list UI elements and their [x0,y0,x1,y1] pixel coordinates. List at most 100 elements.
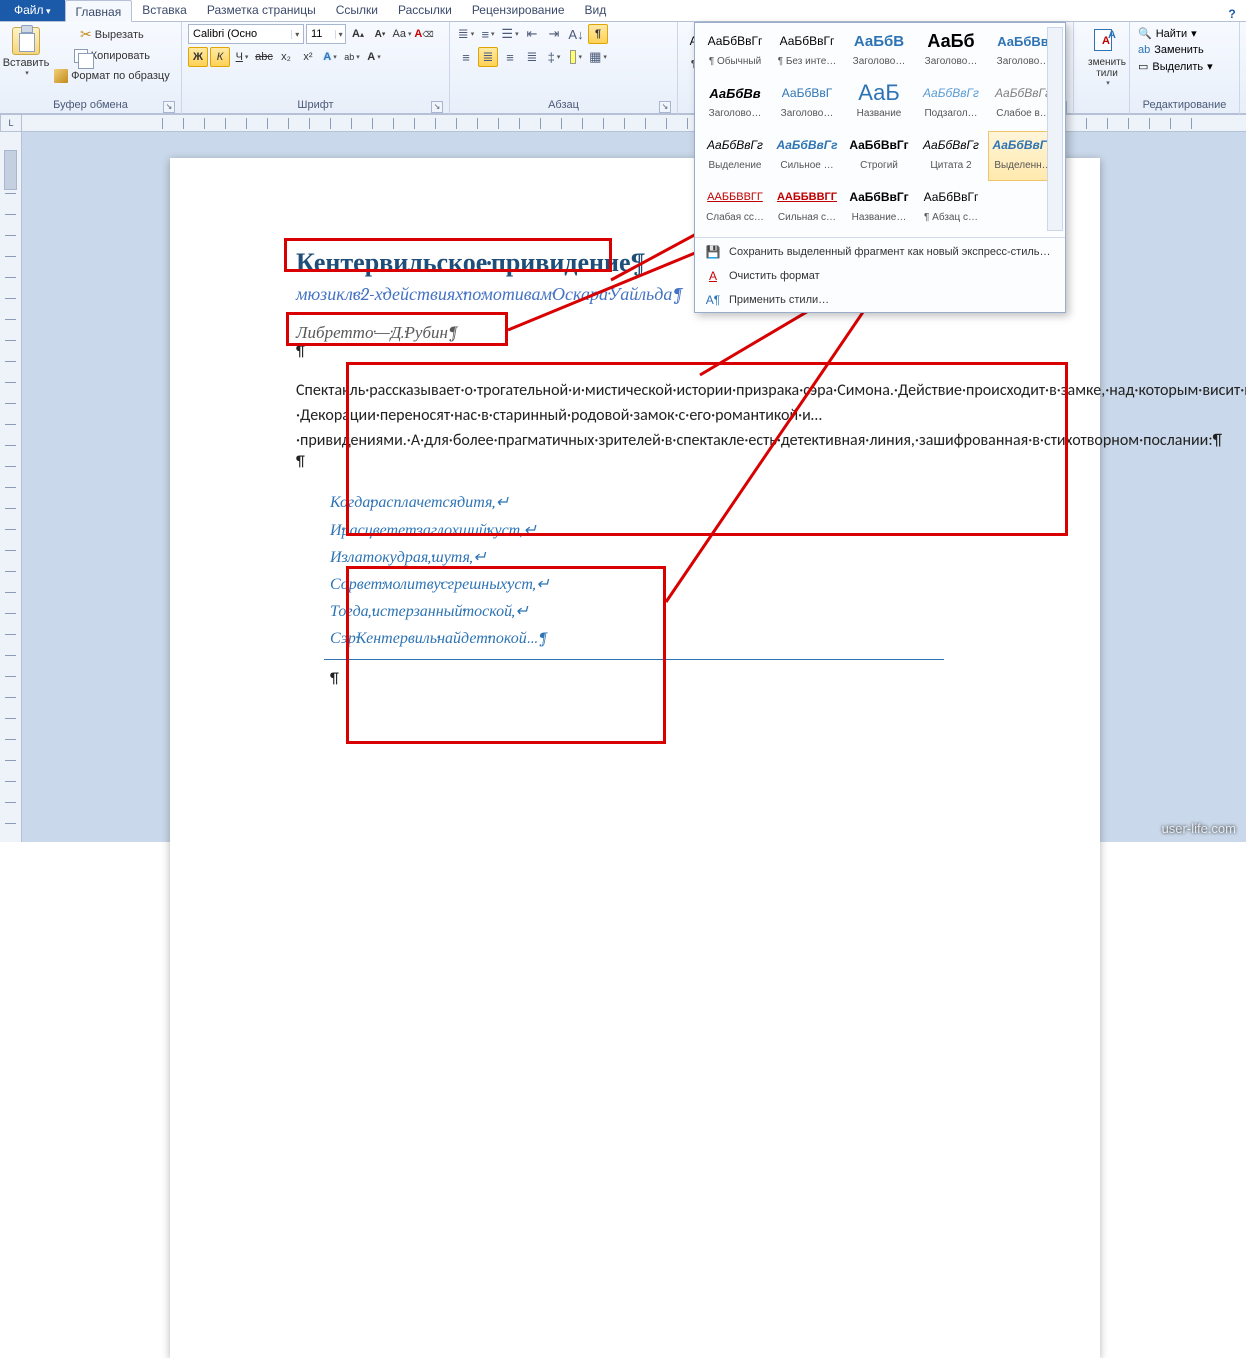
style-tile[interactable]: АаБбЗаголово… [916,27,986,77]
change-case-button[interactable]: Aa▾ [392,24,412,44]
tab-pagelayout[interactable]: Разметка страницы [197,0,326,21]
style-tile[interactable]: АаБбВвГгЦитата 2 [916,131,986,181]
group-editing-label: Редактирование [1143,99,1227,111]
align-center-button[interactable]: ≣ [478,47,498,67]
quote-line[interactable]: И·златокудрая,·шутя,↵ [330,544,984,571]
font-launcher[interactable]: ↘ [431,101,443,113]
superscript-button[interactable]: x² [298,47,318,67]
help-icon[interactable]: ? [1224,7,1240,21]
replace-icon: ab [1138,44,1150,56]
clear-format-button[interactable]: A⌫ [414,24,434,44]
paste-button[interactable]: Вставить ▾ [6,24,46,90]
line-spacing-button[interactable]: ‡▾ [544,47,564,67]
change-styles-button[interactable]: A A зменить тили ▾ [1080,24,1134,90]
select-button[interactable]: ▭Выделить▾ [1136,59,1233,74]
tab-review[interactable]: Рецензирование [462,0,575,21]
clear-formatting[interactable]: AОчистить формат [695,264,1065,288]
find-button[interactable]: 🔍Найти▾ [1136,26,1233,41]
underline-button[interactable]: Ч▾ [232,47,252,67]
bold-button[interactable]: Ж [188,47,208,67]
quote-line[interactable]: И·расцветет·заглохший·куст,↵ [330,517,984,544]
quote-line[interactable]: Сорвет·молитву·с·грешных·уст,↵ [330,571,984,598]
quote-line[interactable]: Сэр·Кентервиль·найдет·покой…¶ [330,625,984,652]
align-left-button[interactable]: ≡ [456,47,476,67]
ruler-vertical[interactable] [0,132,22,842]
clipboard-launcher[interactable]: ↘ [163,101,175,113]
tab-mailings[interactable]: Рассылки [388,0,462,21]
style-tile[interactable]: АаБбВвГгВыделение [700,131,770,181]
tab-file[interactable]: Файл [0,0,65,21]
shading-button[interactable]: ▾ [566,47,586,67]
paste-icon [12,27,40,55]
tab-home[interactable]: Главная [65,0,133,22]
text-effects-button[interactable]: A▾ [320,47,340,67]
style-tile[interactable]: АаБНазвание [844,79,914,129]
style-tile[interactable]: АаБбВвГгПодзагол… [916,79,986,129]
replace-button[interactable]: abЗаменить [1136,43,1233,57]
tab-references[interactable]: Ссылки [326,0,388,21]
chevron-down-icon[interactable]: ▾ [335,30,345,39]
chevron-down-icon[interactable]: ▾ [291,30,303,39]
quote-rule [324,659,944,660]
quote-line[interactable]: Когда·расплачется·дитя,↵ [330,489,984,516]
shrink-font-button[interactable]: A▾ [370,24,390,44]
style-tile[interactable]: АаБбВвГг¶ Абзац с… [916,183,986,233]
highlight-button[interactable]: ab▾ [342,47,362,67]
group-clipboard-label: Буфер обмена [53,99,128,111]
style-tile[interactable]: АаБбВвГгНазвание… [844,183,914,233]
style-tile[interactable]: АаБбВвГг¶ Без инте… [772,27,842,77]
doc-author[interactable]: Либретто·—·Д.·Рубин¶ [296,323,458,343]
document-page[interactable]: Кентервильское·привидение¶ мюзикл·в·2-х·… [170,158,1100,1358]
strike-button[interactable]: abc [254,47,274,67]
styles-gallery-dropdown: АаБбВвГг¶ ОбычныйАаБбВвГг¶ Без инте…АаБб… [694,22,1066,313]
style-tile[interactable]: АаБбВвЗаголово… [700,79,770,129]
style-tile[interactable]: АаБбВвГЗаголово… [772,79,842,129]
grow-font-button[interactable]: A▴ [348,24,368,44]
show-hide-button[interactable]: ¶ [588,24,608,44]
tab-selector[interactable]: L [0,114,22,132]
group-font-label: Шрифт [297,99,333,111]
align-right-button[interactable]: ≡ [500,47,520,67]
font-color-button[interactable]: A▾ [364,47,384,67]
style-tile[interactable]: АаБбВвГгСильное … [772,131,842,181]
borders-button[interactable]: ▦▾ [588,47,608,67]
style-tile[interactable]: ААББВВГГСлабая сс… [700,183,770,233]
paragraph-launcher[interactable]: ↘ [659,101,671,113]
save-as-quickstyle[interactable]: 💾Сохранить выделенный фрагмент как новый… [695,240,1065,264]
group-paragraph-label: Абзац [548,99,579,111]
save-style-icon: 💾 [705,244,721,260]
indent-dec-button[interactable]: ⇤ [522,24,542,44]
subscript-button[interactable]: x₂ [276,47,296,67]
font-size-combo[interactable]: ▾ [306,24,346,44]
change-styles-icon: A A [1094,29,1120,55]
style-tile[interactable]: ААББВВГГСильная с… [772,183,842,233]
copy-button[interactable]: Копировать [50,47,174,65]
bullets-button[interactable]: ≣▾ [456,24,476,44]
multilevel-button[interactable]: ☰▾ [500,24,520,44]
sort-button[interactable]: A↓ [566,24,586,44]
numbering-button[interactable]: ≡▾ [478,24,498,44]
justify-button[interactable]: ≣ [522,47,542,67]
copy-icon [74,49,88,63]
font-name-combo[interactable]: ▾ [188,24,304,44]
doc-body[interactable]: Спектакль·рассказывает·о·трогательной·и·… [296,379,984,453]
format-painter-button[interactable]: Формат по образцу [50,67,174,85]
indent-inc-button[interactable]: ⇥ [544,24,564,44]
group-paragraph: ≣▾ ≡▾ ☰▾ ⇤ ⇥ A↓ ¶ ≡ ≣ ≡ ≣ ‡▾ ▾ ▦▾ Абзац ↘ [450,22,678,114]
style-tile[interactable]: АаБбВвГгСтрогий [844,131,914,181]
tab-insert[interactable]: Вставка [132,0,197,21]
gallery-scrollbar[interactable] [1047,27,1063,231]
italic-button[interactable]: К [210,47,230,67]
font-size-input[interactable] [307,28,335,40]
quote-line[interactable]: Тогда,·истерзанный·тоской,↵ [330,598,984,625]
doc-quote[interactable]: Когда·расплачется·дитя,↵ И·расцветет·заг… [330,489,984,659]
style-tile[interactable]: АаБбВвГг¶ Обычный [700,27,770,77]
cut-button[interactable]: ✂ Вырезать [50,24,174,45]
scissors-icon: ✂ [80,26,92,43]
style-tile[interactable]: АаБбВЗаголово… [844,27,914,77]
select-icon: ▭ [1138,60,1148,73]
apply-styles[interactable]: A¶Применить стили… [695,288,1065,312]
font-name-input[interactable] [189,28,291,40]
tab-view[interactable]: Вид [575,0,617,21]
group-font: ▾ ▾ A▴ A▾ Aa▾ A⌫ Ж К Ч▾ abc x₂ x² A▾ ab▾… [182,22,450,114]
